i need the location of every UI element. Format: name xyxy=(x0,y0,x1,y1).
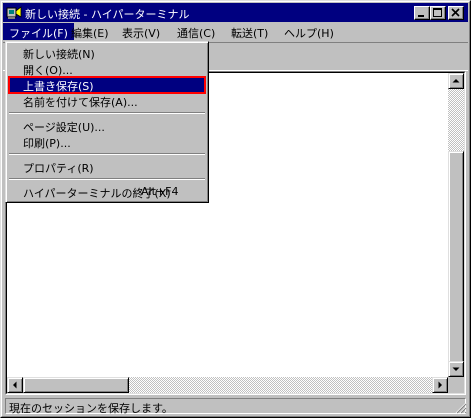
app-window: 新しい接続 - ハイパーターミナル ファイル(F) 編集(E) 表示(V) 通信… xyxy=(0,0,471,418)
menu-item-save-as[interactable]: 名前を付けて保存(A)... xyxy=(9,93,205,109)
scroll-right-button[interactable] xyxy=(432,377,448,393)
menu-item-label: 印刷(P)... xyxy=(23,137,71,150)
menu-item-label: プロパティ(R) xyxy=(23,162,94,175)
menu-item-page-setup[interactable]: ページ設定(U)... xyxy=(9,118,205,134)
maximize-button[interactable] xyxy=(430,6,446,20)
title-bar[interactable]: 新しい接続 - ハイパーターミナル xyxy=(3,3,468,22)
horizontal-scroll-thumb[interactable] xyxy=(23,377,129,393)
menu-separator xyxy=(9,178,205,180)
menu-view[interactable]: 表示(V) xyxy=(116,23,166,40)
menu-item-label: 名前を付けて保存(A)... xyxy=(23,96,138,109)
status-bar: 現在のセッションを保存します。 xyxy=(3,397,468,415)
close-button[interactable] xyxy=(448,6,464,20)
menu-item-exit[interactable]: ハイパーターミナルの終了(X) Alt+F4 xyxy=(9,184,205,200)
menu-transfer[interactable]: 転送(T) xyxy=(225,23,274,40)
minimize-button[interactable] xyxy=(414,6,430,20)
menu-bar: ファイル(F) 編集(E) 表示(V) 通信(C) 転送(T) ヘルプ(H) xyxy=(3,22,468,41)
window-title: 新しい接続 - ハイパーターミナル xyxy=(25,8,190,21)
menu-item-label: 上書き保存(S) xyxy=(23,80,94,93)
menu-item-print[interactable]: 印刷(P)... xyxy=(9,134,205,150)
menu-item-properties[interactable]: プロパティ(R) xyxy=(9,159,205,175)
menu-separator xyxy=(9,112,205,114)
scroll-down-button[interactable] xyxy=(448,361,464,377)
scrollbar-corner xyxy=(448,377,464,393)
file-menu-dropdown: 新しい接続(N) 開く(O)... 上書き保存(S) 名前を付けて保存(A)..… xyxy=(5,41,209,203)
resize-grip-icon[interactable] xyxy=(455,402,467,414)
menu-file[interactable]: ファイル(F) xyxy=(3,23,74,40)
status-text: 現在のセッションを保存します。 xyxy=(5,398,466,415)
menu-separator xyxy=(9,153,205,155)
menu-call[interactable]: 通信(C) xyxy=(171,23,221,40)
menu-edit[interactable]: 編集(E) xyxy=(65,23,115,40)
hyperterminal-app-icon[interactable] xyxy=(6,5,22,20)
menu-item-label: 新しい接続(N) xyxy=(23,48,95,61)
menu-item-new-connection[interactable]: 新しい接続(N) xyxy=(9,45,205,61)
scroll-left-button[interactable] xyxy=(7,377,23,393)
menu-item-label: 開く(O)... xyxy=(23,64,73,77)
menu-item-save[interactable]: 上書き保存(S) xyxy=(8,76,206,94)
menu-item-open[interactable]: 開く(O)... xyxy=(9,61,205,77)
scroll-up-button[interactable] xyxy=(448,73,464,89)
vertical-scroll-thumb[interactable] xyxy=(448,151,464,363)
menu-item-label: ページ設定(U)... xyxy=(23,121,105,134)
menu-help[interactable]: ヘルプ(H) xyxy=(278,23,340,40)
menu-item-shortcut: Alt+F4 xyxy=(141,185,179,198)
